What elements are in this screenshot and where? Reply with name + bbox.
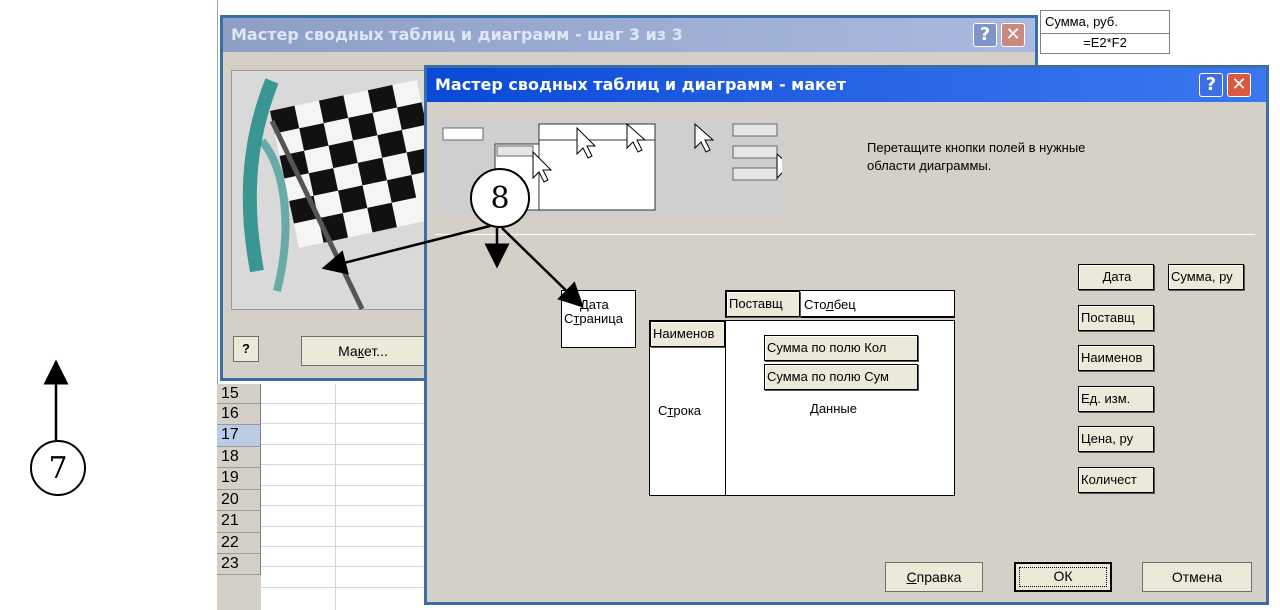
annotation-arrows — [43, 224, 584, 440]
arrow-to-flag — [321, 224, 491, 275]
arrow-to-page-area — [501, 227, 584, 308]
